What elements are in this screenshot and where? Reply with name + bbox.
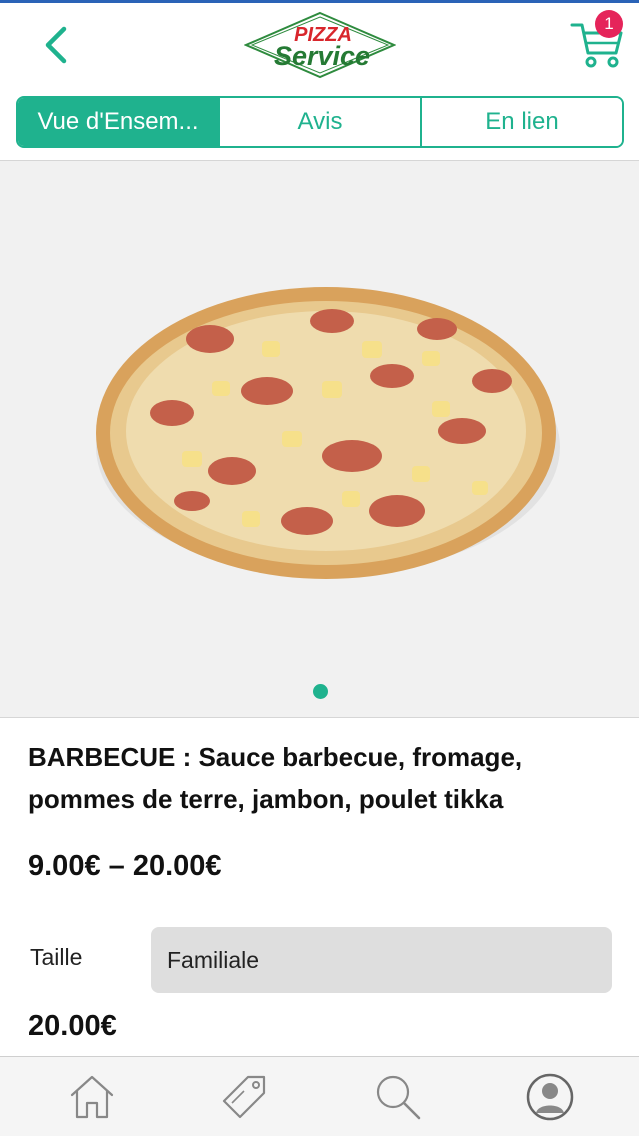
size-label: Taille [30, 944, 83, 970]
gallery-page-indicator[interactable] [313, 684, 328, 699]
logo-text-service: Service [274, 41, 370, 71]
search-icon[interactable] [372, 1071, 424, 1123]
chevron-left-icon[interactable] [36, 21, 76, 69]
product-image-gallery[interactable] [0, 160, 639, 718]
home-icon[interactable] [66, 1071, 118, 1123]
size-select[interactable]: Familiale [151, 927, 612, 993]
app-header: PIZZA Service [0, 3, 639, 91]
product-tabs: Vue d'Ensem... Avis En lien [16, 96, 624, 148]
tab-related[interactable]: En lien [420, 98, 622, 146]
cart-count-badge: 1 [595, 10, 623, 38]
selected-price: 20.00€ [28, 1010, 117, 1042]
user-icon[interactable] [524, 1071, 576, 1123]
pizza-service-logo[interactable]: PIZZA Service [244, 11, 396, 79]
tab-reviews[interactable]: Avis [218, 98, 420, 146]
product-description: BARBECUE : Sauce barbecue, fromage, pomm… [28, 742, 523, 814]
pizza-image [96, 287, 560, 579]
tab-overview[interactable]: Vue d'Ensem... [18, 98, 218, 146]
tag-icon[interactable] [218, 1071, 270, 1123]
size-select-value: Familiale [167, 946, 260, 973]
price-range: 9.00€ – 20.00€ [28, 850, 222, 882]
bottom-navigation [0, 1056, 639, 1136]
